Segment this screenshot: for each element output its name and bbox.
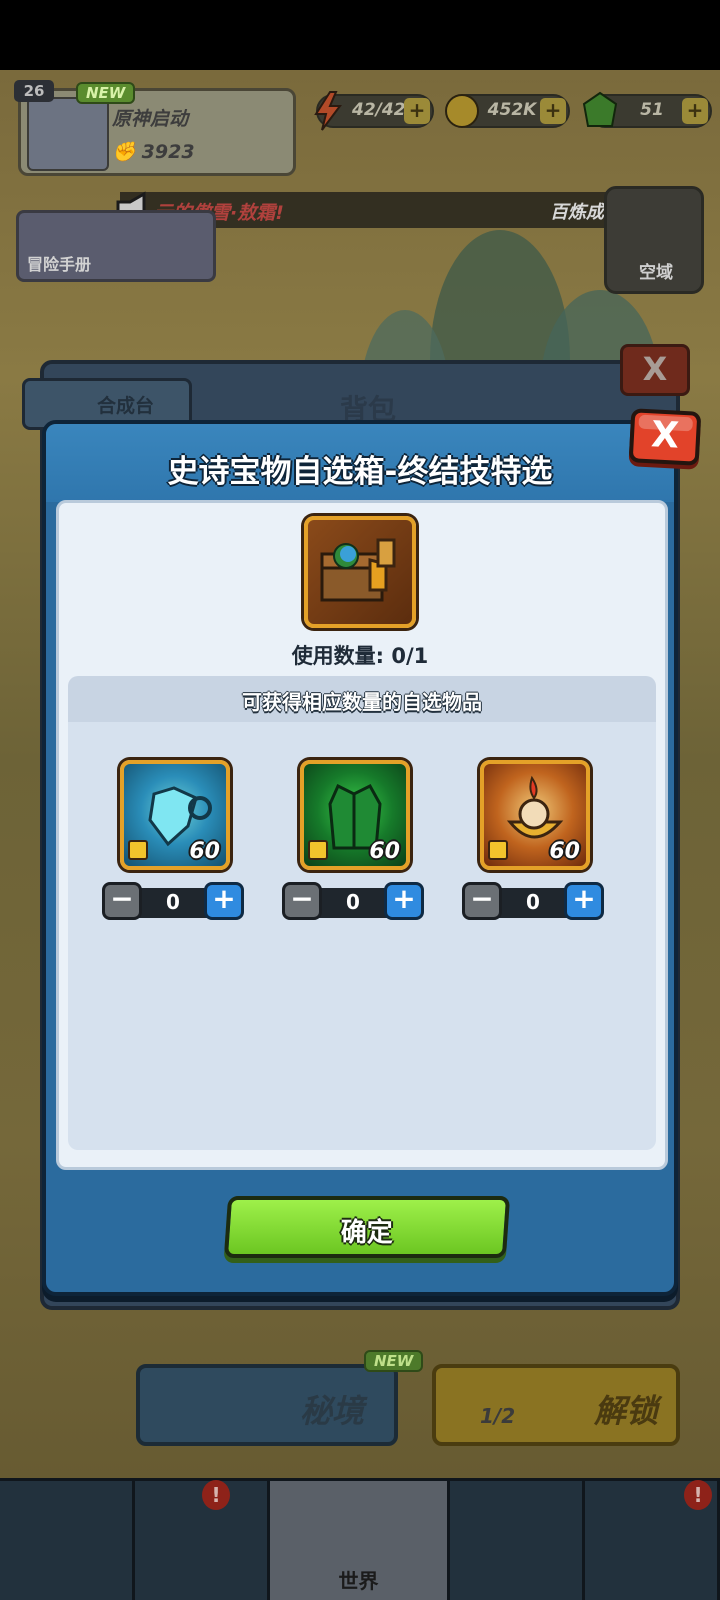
craft-table-label: 合成台	[97, 395, 155, 417]
energy-resource: 42/42 +	[314, 91, 434, 131]
energy-value: 42/42	[352, 100, 406, 120]
increment-button[interactable]: +	[384, 882, 424, 920]
power-row: ✊ 3923	[112, 140, 195, 164]
nav-item-world[interactable]: 世界	[269, 1481, 451, 1600]
dialog-title: 史诗宝物自选箱-终结技特选	[167, 454, 553, 490]
nav-item-heroes[interactable]	[0, 1481, 135, 1600]
new-tag: NEW	[76, 82, 136, 104]
ice-heart-charm-item[interactable]: 60	[120, 760, 230, 870]
decrement-button[interactable]: −	[102, 882, 142, 920]
nav-alert-badge: !	[684, 1480, 712, 1510]
nav-world-label: 世界	[338, 1569, 379, 1593]
secret-realm-label: 秘境	[300, 1392, 365, 1430]
adventure-book-label: 冒险手册	[27, 255, 92, 274]
puzzle-piece-icon	[488, 840, 508, 860]
backpack-close-button[interactable]: X	[620, 344, 690, 396]
confirm-button[interactable]: 确定	[223, 1196, 511, 1258]
level-badge: 26	[14, 80, 54, 102]
gem-plus-button[interactable]: +	[682, 98, 708, 124]
selection-subheader: 可获得相应数量的自选物品	[68, 676, 656, 722]
increment-button[interactable]: +	[204, 882, 244, 920]
stepper-value: 0	[166, 890, 180, 914]
player-name: 原神启动	[112, 108, 189, 130]
unlock-button[interactable]: 1/2 解锁	[432, 1364, 680, 1446]
power-value: 3923	[141, 140, 195, 163]
status-bar	[0, 0, 720, 70]
treasure-chest-icon	[304, 516, 416, 628]
decrement-button[interactable]: −	[462, 882, 502, 920]
secret-realm-new-tag: NEW	[364, 1350, 424, 1372]
secret-realm-button[interactable]: 秘境	[136, 1364, 398, 1446]
adventure-book-button[interactable]: 冒险手册	[16, 210, 216, 282]
dialog-header: 史诗宝物自选箱-终结技特选	[46, 424, 674, 502]
item-quantity: 60	[549, 839, 580, 864]
sky-domain-button[interactable]: 空域	[604, 186, 704, 294]
coin-plus-button[interactable]: +	[540, 98, 566, 124]
item-quantity: 60	[369, 839, 400, 864]
jade-vest-item[interactable]: 60	[300, 760, 410, 870]
increment-button[interactable]: +	[564, 882, 604, 920]
gem-value: 51	[640, 100, 664, 120]
gem-icon	[582, 91, 618, 127]
coin-icon	[445, 94, 479, 128]
lightning-icon	[314, 91, 342, 131]
announcement-right-text: 百炼成	[550, 202, 604, 223]
coin-resource: 452K +	[445, 94, 570, 128]
quantity-stepper: − 0 +	[102, 882, 244, 922]
stepper-value: 0	[346, 890, 360, 914]
nav-item-characters[interactable]	[450, 1481, 586, 1600]
dialog-close-button[interactable]: X	[628, 408, 702, 466]
confirm-label: 确定	[340, 1218, 393, 1248]
coin-value: 452K	[487, 100, 537, 120]
gem-resource: 51 +	[582, 91, 712, 128]
unlock-count: 1/2	[480, 1404, 516, 1428]
energy-plus-button[interactable]: +	[404, 98, 430, 124]
stepper-value: 0	[526, 890, 540, 914]
fire-bowl-item[interactable]: 60	[480, 760, 590, 870]
quantity-stepper: − 0 +	[282, 882, 424, 922]
chest-graphic	[320, 538, 396, 602]
bottom-nav: 世界	[0, 1478, 720, 1600]
sky-domain-label: 空域	[639, 263, 673, 283]
unlock-label: 解锁	[594, 1392, 659, 1430]
use-count-text: 使用数量: 0/1	[291, 644, 429, 668]
decrement-button[interactable]: −	[282, 882, 322, 920]
subheader-text: 可获得相应数量的自选物品	[242, 690, 482, 714]
fist-icon: ✊	[112, 141, 136, 163]
quantity-stepper: − 0 +	[462, 882, 604, 922]
puzzle-piece-icon	[308, 840, 328, 860]
player-avatar	[27, 97, 109, 171]
nav-alert-badge: !	[202, 1480, 230, 1510]
item-quantity: 60	[189, 839, 220, 864]
puzzle-piece-icon	[128, 840, 148, 860]
